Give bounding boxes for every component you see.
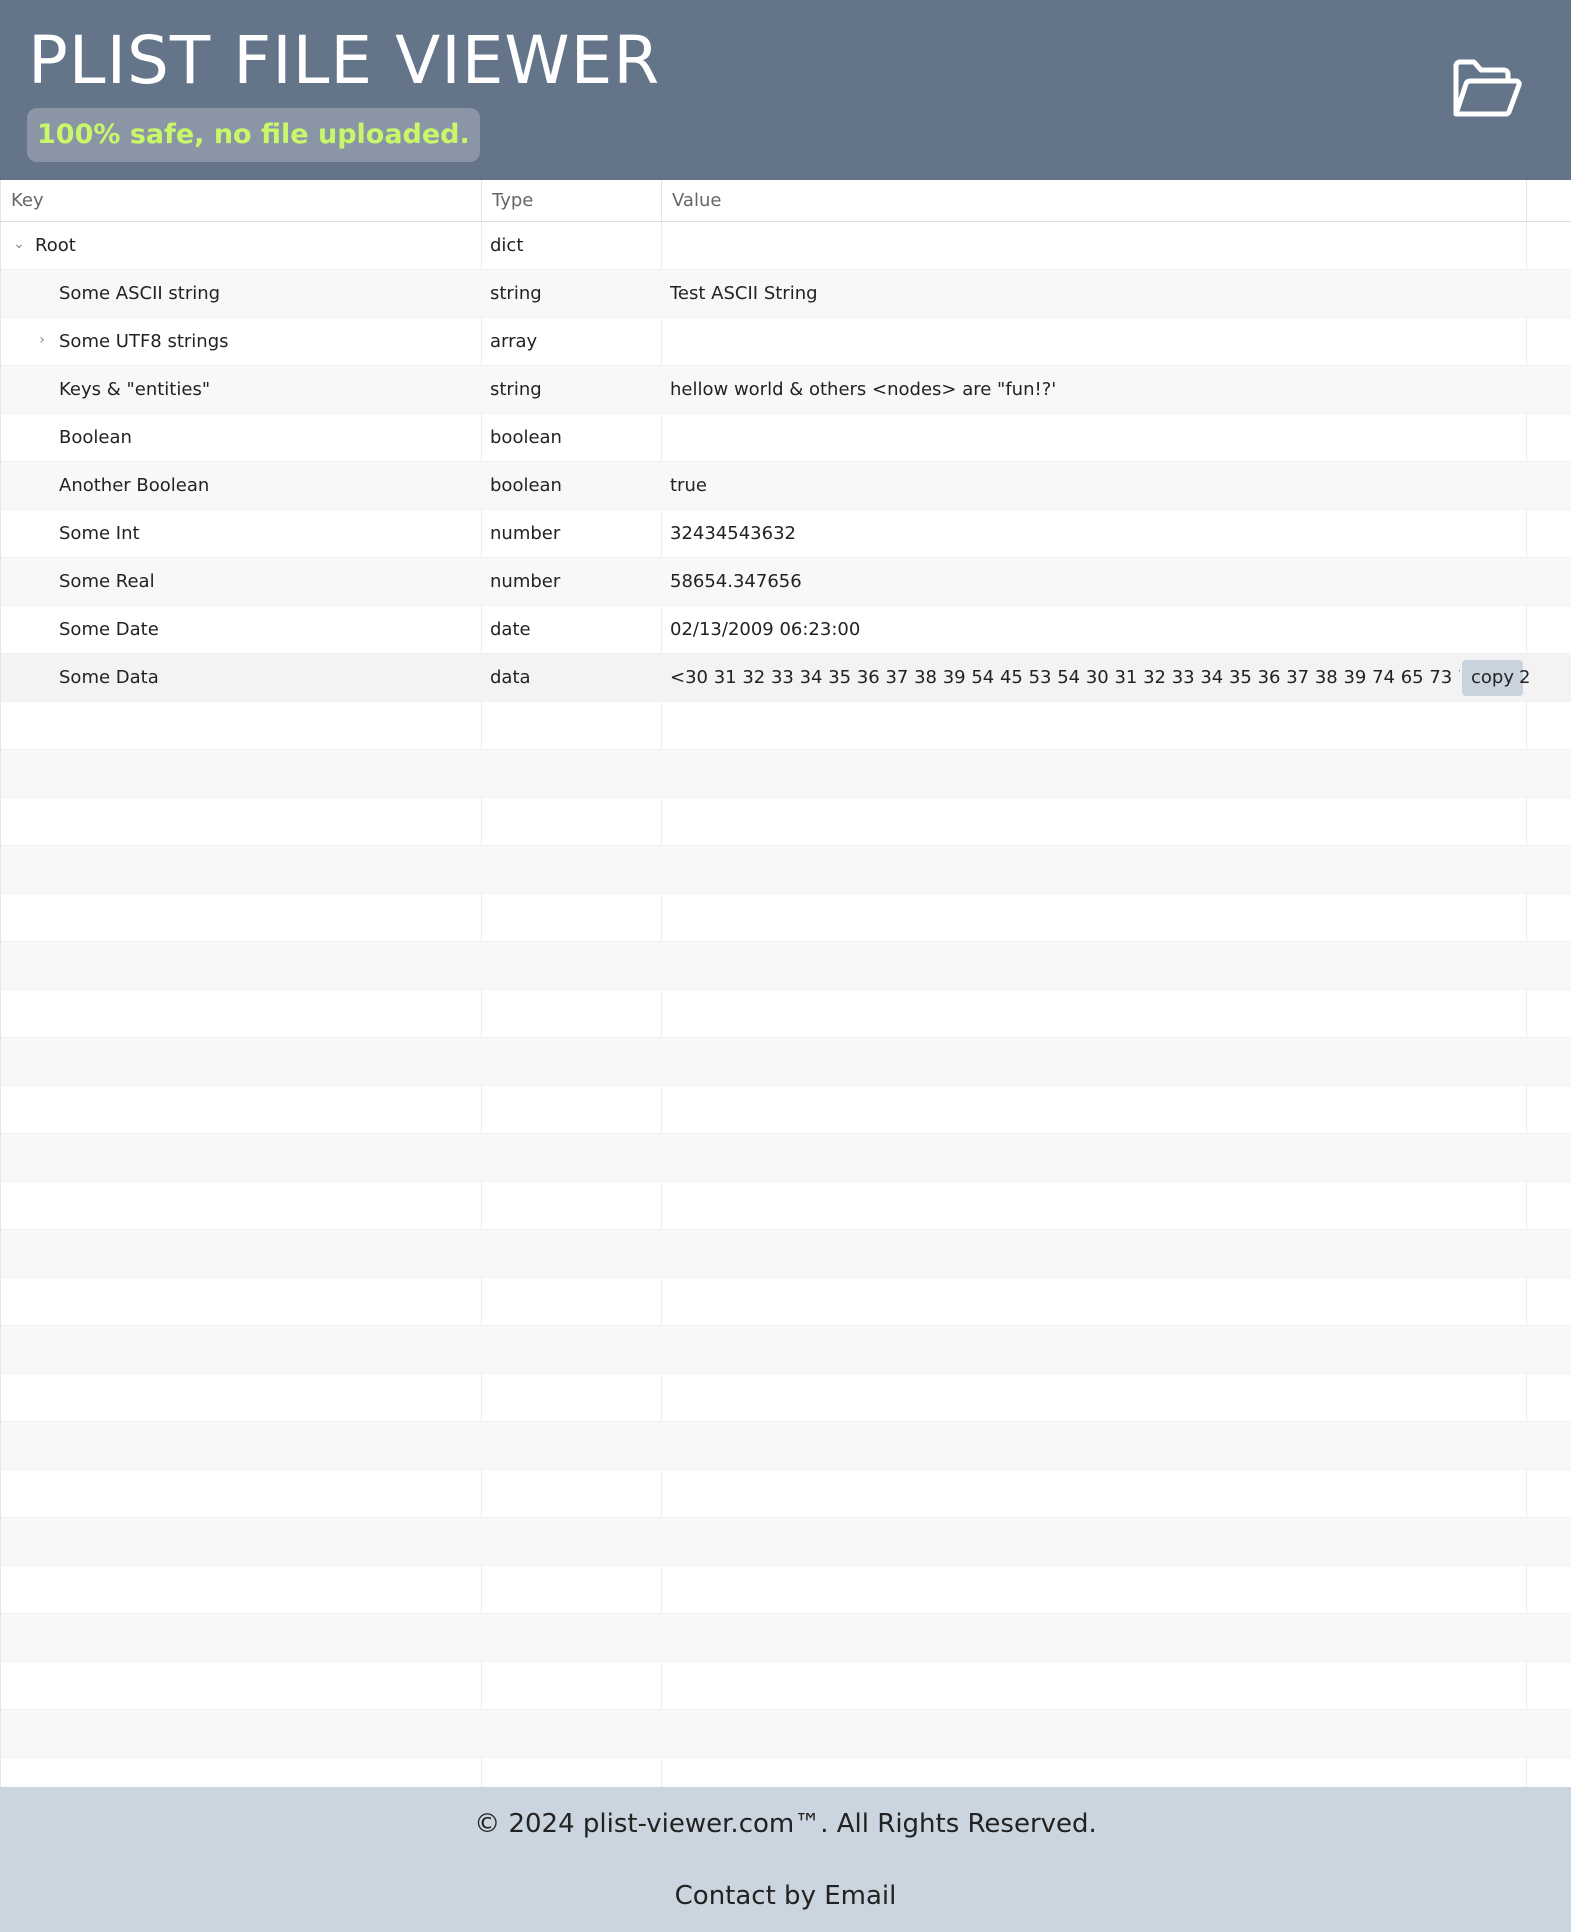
table-row-selected[interactable]: Some Data data <30 31 32 33 34 35 36 37 … [1, 654, 1571, 702]
empty-row [1, 1470, 1571, 1518]
column-header-key[interactable]: Key [1, 180, 482, 221]
row-key: Some Date [59, 619, 159, 640]
row-key: Some Real [59, 571, 155, 592]
row-type: date [490, 619, 531, 640]
empty-row [1, 1086, 1571, 1134]
table-row[interactable]: Some Date date 02/13/2009 06:23:00 [1, 606, 1571, 654]
row-type: boolean [490, 427, 562, 448]
row-type: array [490, 331, 538, 352]
empty-row [1, 1278, 1571, 1326]
column-header-type[interactable]: Type [482, 180, 662, 221]
table-row[interactable]: ⌄ Root dict [1, 222, 1571, 270]
row-type: data [490, 667, 531, 688]
row-key: Keys & "entities" [59, 379, 211, 400]
empty-row [1, 1326, 1571, 1374]
empty-row [1, 1182, 1571, 1230]
row-key: Some Data [59, 667, 159, 688]
table-row[interactable]: Keys & "entities" string hellow world & … [1, 366, 1571, 414]
row-key: Some Int [59, 523, 140, 544]
empty-row [1, 1374, 1571, 1422]
empty-row [1, 1134, 1571, 1182]
empty-row [1, 1566, 1571, 1614]
copyright-text: © 2024 plist-viewer.com™. All Rights Res… [474, 1809, 1097, 1839]
row-type: string [490, 379, 542, 400]
row-value: hellow world & others <nodes> are "fun!?… [670, 379, 1057, 400]
row-value: true [670, 475, 707, 496]
row-value: 02/13/2009 06:23:00 [670, 619, 861, 640]
table-body: ⌄ Root dict Some ASCII string string Tes… [1, 222, 1571, 1787]
empty-row [1, 750, 1571, 798]
row-value [670, 318, 1527, 366]
contact-area: Contact by Email [0, 1881, 1571, 1911]
row-key: Boolean [59, 427, 132, 448]
row-key: Some ASCII string [59, 283, 221, 304]
table-row[interactable]: Some ASCII string string Test ASCII Stri… [1, 270, 1571, 318]
row-type: boolean [490, 475, 562, 496]
row-value [670, 222, 1527, 270]
page-footer: © 2024 plist-viewer.com™. All Rights Res… [0, 1787, 1571, 1932]
chevron-right-icon[interactable]: › [33, 318, 51, 366]
chevron-down-icon[interactable]: ⌄ [10, 222, 28, 270]
table-header: Key Type Value [1, 180, 1571, 222]
row-type: string [490, 283, 542, 304]
empty-row [1, 942, 1571, 990]
empty-row [1, 1518, 1571, 1566]
row-key: Some UTF8 strings [59, 331, 229, 352]
empty-row [1, 1614, 1571, 1662]
row-type: dict [490, 235, 524, 256]
column-header-value[interactable]: Value [662, 180, 1527, 221]
row-value [670, 414, 1527, 462]
table-row[interactable]: › Some UTF8 strings array [1, 318, 1571, 366]
folder-open-icon [1453, 59, 1522, 117]
page-title: PLIST FILE VIEWER [28, 22, 661, 99]
row-value: 32434543632 [670, 523, 796, 544]
row-value: 58654.347656 [670, 571, 802, 592]
empty-rows [1, 702, 1571, 1787]
copy-button[interactable]: copy [1462, 660, 1523, 696]
empty-row [1, 702, 1571, 750]
safety-badge: 100% safe, no file uploaded. [27, 108, 480, 162]
row-value-overflow: 28 [1519, 654, 1529, 702]
empty-row [1, 798, 1571, 846]
empty-row [1, 1230, 1571, 1278]
empty-row [1, 1038, 1571, 1086]
empty-row [1, 894, 1571, 942]
row-value: Test ASCII String [670, 283, 818, 304]
contact-email-link[interactable]: Contact by Email [675, 1881, 897, 1911]
row-type: number [490, 523, 561, 544]
row-key: Another Boolean [59, 475, 210, 496]
row-key: Root [35, 235, 76, 256]
app-header: PLIST FILE VIEWER 100% safe, no file upl… [0, 0, 1571, 180]
empty-row [1, 1710, 1571, 1758]
empty-row [1, 1758, 1571, 1787]
empty-row [1, 846, 1571, 894]
row-type: number [490, 571, 561, 592]
empty-row [1, 990, 1571, 1038]
table-row[interactable]: Boolean boolean [1, 414, 1571, 462]
table-row[interactable]: Another Boolean boolean true [1, 462, 1571, 510]
table-row[interactable]: Some Real number 58654.347656 [1, 558, 1571, 606]
open-file-button[interactable] [1450, 56, 1522, 122]
plist-table: Key Type Value ⌄ Root dict Some ASCII st… [0, 180, 1571, 1787]
empty-row [1, 1422, 1571, 1470]
empty-row [1, 1662, 1571, 1710]
row-value: <30 31 32 33 34 35 36 37 38 39 54 45 53 … [670, 667, 1460, 688]
table-row[interactable]: Some Int number 32434543632 [1, 510, 1571, 558]
